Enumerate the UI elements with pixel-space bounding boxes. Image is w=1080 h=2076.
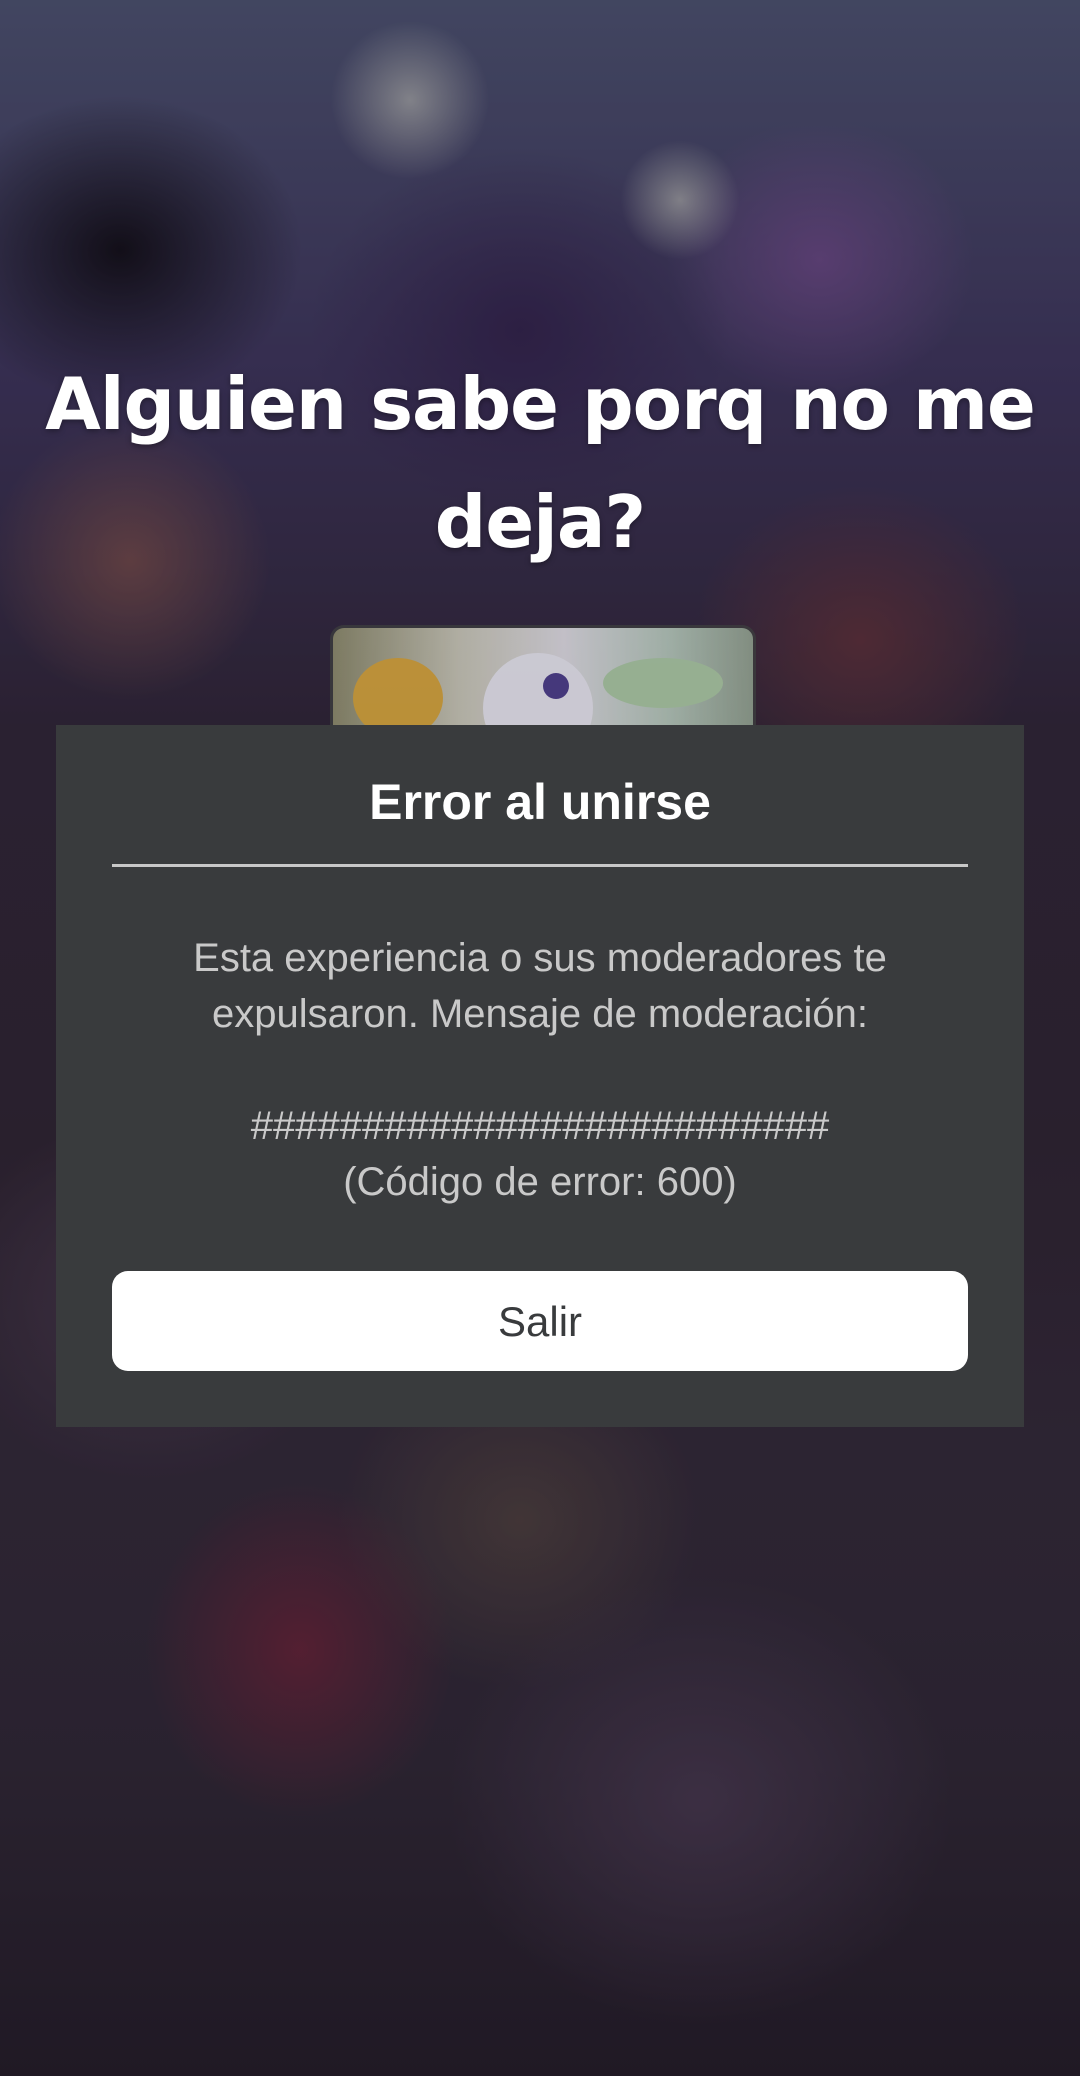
message-line-1: Esta experiencia o sus moderadores te	[193, 936, 887, 980]
message-line-2: expulsaron. Mensaje de moderación:	[212, 992, 868, 1036]
error-message: Esta experiencia o sus moderadores te ex…	[96, 930, 984, 1210]
title-divider	[112, 864, 968, 867]
error-code: (Código de error: 600)	[343, 1160, 737, 1204]
dialog-title: Error al unirse	[369, 774, 711, 830]
post-caption: Alguien sabe porq no me deja?	[40, 345, 1040, 581]
game-thumbnail	[330, 625, 756, 728]
error-dialog: Error al unirse Esta experiencia o sus m…	[56, 725, 1024, 1427]
exit-button[interactable]: Salir	[112, 1271, 968, 1371]
caption-line-1: Alguien sabe porq no me	[45, 362, 1036, 446]
moderation-message: ##########################	[250, 1104, 830, 1148]
sparkle-decoration	[620, 140, 740, 260]
sparkle-decoration	[330, 20, 490, 180]
thumbnail-shape	[543, 673, 569, 699]
screen: Alguien sabe porq no me deja? Error al u…	[0, 0, 1080, 2076]
thumbnail-shape	[353, 658, 443, 728]
thumbnail-shape	[483, 653, 593, 728]
thumbnail-shape	[603, 658, 723, 708]
caption-line-2: deja?	[434, 480, 646, 564]
